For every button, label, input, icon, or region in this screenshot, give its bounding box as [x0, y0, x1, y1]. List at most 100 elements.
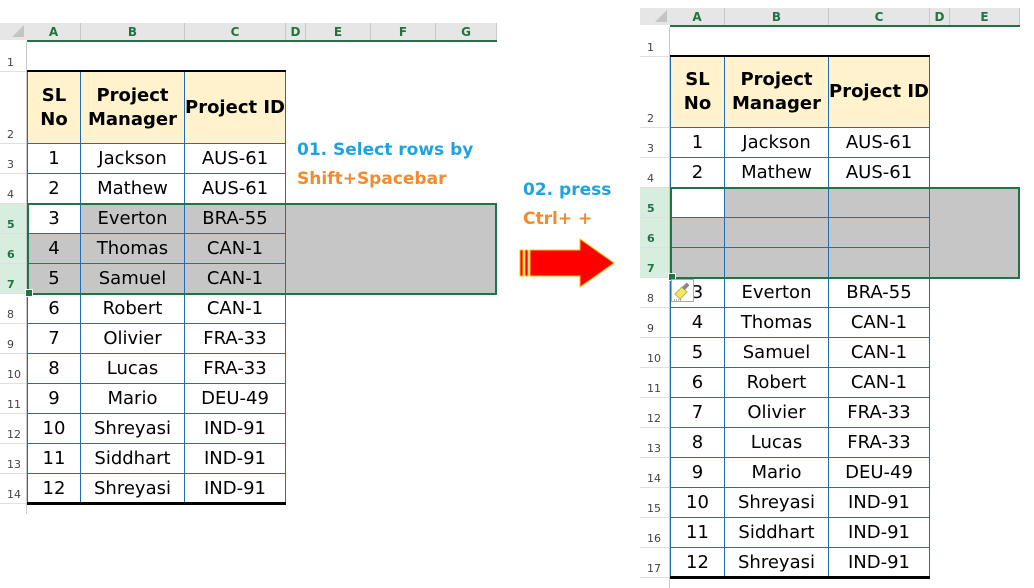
- row-header-14[interactable]: 14: [0, 474, 26, 504]
- header-project-manager[interactable]: Project Manager: [725, 57, 829, 128]
- cell-pm-row-7[interactable]: Samuel: [81, 264, 185, 294]
- cell-sl-row-9[interactable]: 7: [27, 324, 81, 354]
- paste-options-button[interactable]: [671, 279, 694, 302]
- header-project-id[interactable]: Project ID: [829, 57, 930, 128]
- cell-pm-row-5[interactable]: [725, 188, 829, 218]
- cell-sl-row-7[interactable]: 5: [27, 264, 81, 294]
- cell-sl-row-3[interactable]: 1: [27, 144, 81, 174]
- cell-pm-row-8[interactable]: Everton: [725, 278, 829, 308]
- cell-sl-row-13[interactable]: 8: [670, 428, 725, 458]
- header-project-id[interactable]: Project ID: [185, 72, 286, 144]
- cell-pid-row-8[interactable]: CAN-1: [185, 294, 286, 324]
- cell-pid-row-11[interactable]: DEU-49: [185, 384, 286, 414]
- cell-pid-row-13[interactable]: FRA-33: [829, 428, 930, 458]
- column-header-A[interactable]: A: [27, 23, 81, 40]
- row-header-8[interactable]: 8: [0, 294, 26, 324]
- cell-sl-row-7[interactable]: [670, 248, 725, 278]
- column-header-B[interactable]: B: [725, 8, 829, 25]
- column-header-B[interactable]: B: [81, 23, 185, 40]
- cell-pm-row-11[interactable]: Mario: [81, 384, 185, 414]
- cell-pid-row-17[interactable]: IND-91: [829, 548, 930, 578]
- cell-pm-row-12[interactable]: Shreyasi: [81, 414, 185, 444]
- cell-pm-row-16[interactable]: Siddhart: [725, 518, 829, 548]
- row-header-6[interactable]: 6: [640, 218, 669, 248]
- cell-pid-row-7[interactable]: CAN-1: [185, 264, 286, 294]
- cell-sl-row-11[interactable]: 6: [670, 368, 725, 398]
- row-header-5[interactable]: 5: [0, 204, 26, 234]
- cell-pid-row-4[interactable]: AUS-61: [829, 158, 930, 188]
- cell-pid-row-10[interactable]: FRA-33: [185, 354, 286, 384]
- row-header-10[interactable]: 10: [640, 338, 669, 368]
- cell-pid-row-3[interactable]: AUS-61: [829, 128, 930, 158]
- cell-pm-row-13[interactable]: Siddhart: [81, 444, 185, 474]
- cell-pm-row-12[interactable]: Olivier: [725, 398, 829, 428]
- cell-pid-row-11[interactable]: CAN-1: [829, 368, 930, 398]
- cell-pid-row-8[interactable]: BRA-55: [829, 278, 930, 308]
- header-sl-no[interactable]: SL No: [27, 72, 81, 144]
- column-header-D[interactable]: D: [286, 23, 306, 40]
- column-header-F[interactable]: F: [371, 23, 436, 40]
- cell-pm-row-6[interactable]: Thomas: [81, 234, 185, 264]
- row-header-4[interactable]: 4: [0, 174, 26, 204]
- column-header-E[interactable]: E: [306, 23, 371, 40]
- row-header-7[interactable]: 7: [640, 248, 669, 278]
- cell-pid-row-5[interactable]: [829, 188, 930, 218]
- cell-sl-row-3[interactable]: 1: [670, 128, 725, 158]
- row-header-13[interactable]: 13: [0, 444, 26, 474]
- cell-pid-row-13[interactable]: IND-91: [185, 444, 286, 474]
- cell-pid-row-12[interactable]: IND-91: [185, 414, 286, 444]
- cell-sl-row-5[interactable]: [670, 188, 725, 218]
- column-header-E[interactable]: E: [950, 8, 1020, 25]
- row-header-1[interactable]: 1: [0, 42, 26, 72]
- row-header-9[interactable]: 9: [640, 308, 669, 338]
- cell-pm-row-10[interactable]: Lucas: [81, 354, 185, 384]
- cell-sl-row-17[interactable]: 12: [670, 548, 725, 578]
- cell-sl-row-12[interactable]: 10: [27, 414, 81, 444]
- cell-pm-row-15[interactable]: Shreyasi: [725, 488, 829, 518]
- cell-pm-row-6[interactable]: [725, 218, 829, 248]
- row-header-3[interactable]: 3: [640, 128, 669, 158]
- column-header-C[interactable]: C: [829, 8, 930, 25]
- row-header-6[interactable]: 6: [0, 234, 26, 264]
- row-header-11[interactable]: 11: [0, 384, 26, 414]
- row-header-11[interactable]: 11: [640, 368, 669, 398]
- row-header-3[interactable]: 3: [0, 144, 26, 174]
- column-header-D[interactable]: D: [930, 8, 950, 25]
- cell-sl-row-4[interactable]: 2: [670, 158, 725, 188]
- cell-pm-row-3[interactable]: Jackson: [81, 144, 185, 174]
- cell-pid-row-5[interactable]: BRA-55: [185, 204, 286, 234]
- cell-pm-row-10[interactable]: Samuel: [725, 338, 829, 368]
- column-header-G[interactable]: G: [436, 23, 497, 40]
- cell-sl-row-8[interactable]: 6: [27, 294, 81, 324]
- cell-pm-row-8[interactable]: Robert: [81, 294, 185, 324]
- row-header-13[interactable]: 13: [640, 428, 669, 458]
- cell-sl-row-14[interactable]: 9: [670, 458, 725, 488]
- row-header-14[interactable]: 14: [640, 458, 669, 488]
- cell-sl-row-11[interactable]: 9: [27, 384, 81, 414]
- cell-sl-row-6[interactable]: 4: [27, 234, 81, 264]
- cell-sl-row-10[interactable]: 5: [670, 338, 725, 368]
- cell-pm-row-4[interactable]: Mathew: [725, 158, 829, 188]
- cell-pm-row-3[interactable]: Jackson: [725, 128, 829, 158]
- cell-sl-row-13[interactable]: 11: [27, 444, 81, 474]
- cell-pm-row-17[interactable]: Shreyasi: [725, 548, 829, 578]
- cell-sl-row-4[interactable]: 2: [27, 174, 81, 204]
- cell-pm-row-9[interactable]: Olivier: [81, 324, 185, 354]
- cell-pm-row-14[interactable]: Shreyasi: [81, 474, 185, 504]
- row-header-12[interactable]: 12: [0, 414, 26, 444]
- cell-pm-row-14[interactable]: Mario: [725, 458, 829, 488]
- row-header-5[interactable]: 5: [640, 188, 669, 218]
- header-project-manager[interactable]: Project Manager: [81, 72, 185, 144]
- cell-pm-row-9[interactable]: Thomas: [725, 308, 829, 338]
- header-sl-no[interactable]: SL No: [670, 57, 725, 128]
- row-header-17[interactable]: 17: [640, 548, 669, 578]
- row-header-12[interactable]: 12: [640, 398, 669, 428]
- select-all-corner[interactable]: [640, 8, 670, 25]
- cell-pm-row-4[interactable]: Mathew: [81, 174, 185, 204]
- cell-pm-row-7[interactable]: [725, 248, 829, 278]
- cell-pm-row-13[interactable]: Lucas: [725, 428, 829, 458]
- cell-pid-row-12[interactable]: FRA-33: [829, 398, 930, 428]
- column-header-A[interactable]: A: [670, 8, 725, 25]
- row-header-7[interactable]: 7: [0, 264, 26, 294]
- cell-sl-row-16[interactable]: 11: [670, 518, 725, 548]
